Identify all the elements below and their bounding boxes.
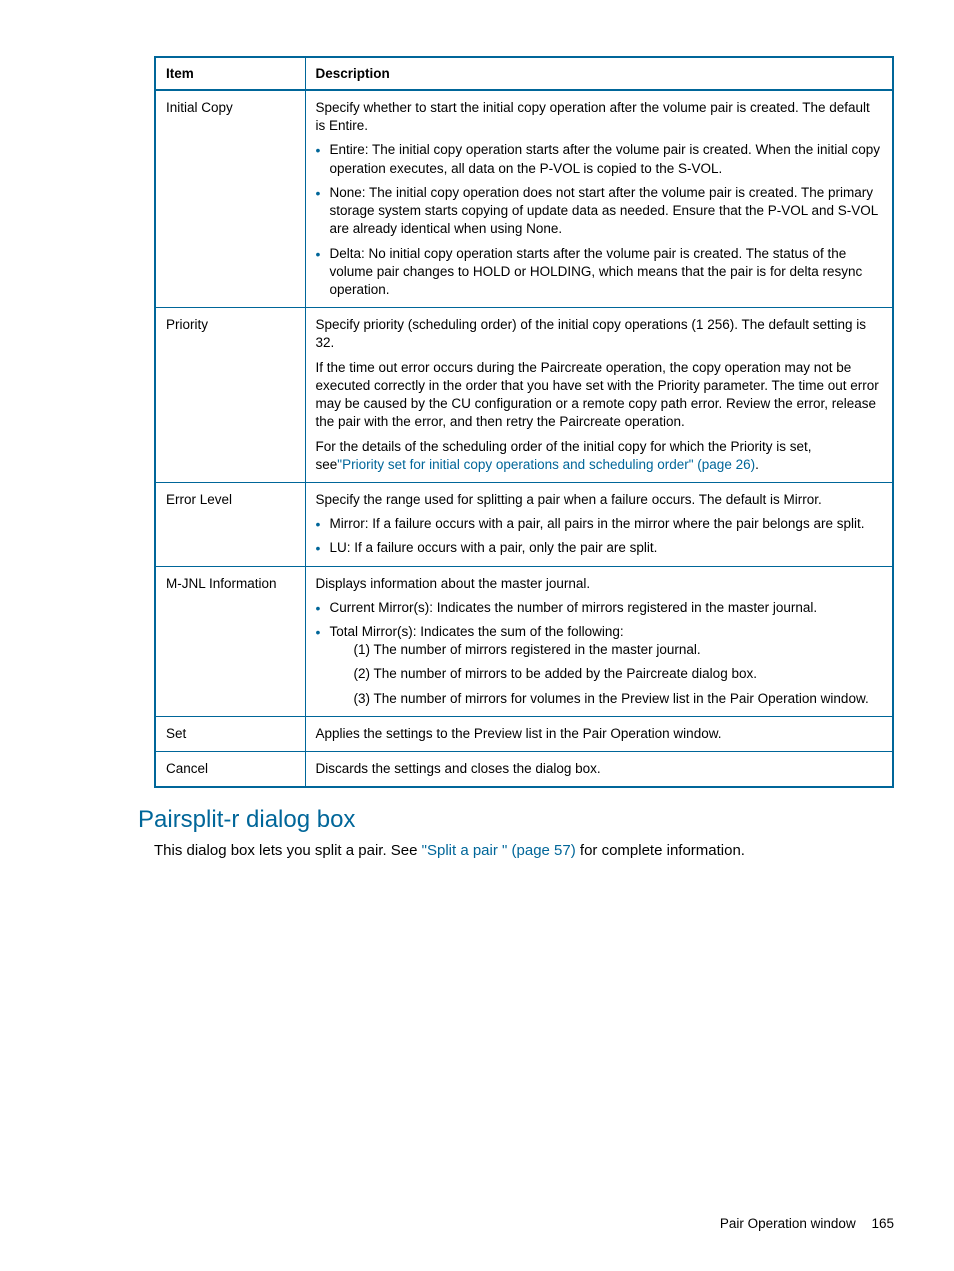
page-footer: Pair Operation window 165 bbox=[720, 1216, 894, 1231]
table-row: Set Applies the settings to the Preview … bbox=[155, 716, 893, 751]
cross-reference-link[interactable]: "Split a pair " (page 57) bbox=[422, 842, 576, 859]
cell-description: Applies the settings to the Preview list… bbox=[305, 716, 893, 751]
cell-item: Priority bbox=[155, 308, 305, 483]
cell-item: Cancel bbox=[155, 752, 305, 788]
header-item: Item bbox=[155, 57, 305, 90]
bullet-list: Entire: The initial copy operation start… bbox=[316, 141, 883, 299]
text-suffix: . bbox=[755, 457, 759, 472]
list-item: Total Mirror(s): Indicates the sum of th… bbox=[316, 623, 883, 641]
text-prefix: This dialog box lets you split a pair. S… bbox=[154, 842, 422, 859]
table-row: Priority Specify priority (scheduling or… bbox=[155, 308, 893, 483]
section-heading: Pairsplit-r dialog box bbox=[138, 806, 894, 834]
cell-item: Set bbox=[155, 716, 305, 751]
cross-reference-link[interactable]: "Priority set for initial copy operation… bbox=[337, 457, 755, 472]
list-item: LU: If a failure occurs with a pair, onl… bbox=[316, 539, 883, 557]
bullet-list: Current Mirror(s): Indicates the number … bbox=[316, 599, 883, 641]
cell-item: Initial Copy bbox=[155, 90, 305, 308]
bullet-list: Mirror: If a failure occurs with a pair,… bbox=[316, 515, 883, 557]
text: If the time out error occurs during the … bbox=[316, 359, 883, 432]
text: Specify whether to start the initial cop… bbox=[316, 99, 883, 135]
text: For the details of the scheduling order … bbox=[316, 438, 883, 474]
table-row: Initial Copy Specify whether to start th… bbox=[155, 90, 893, 308]
table-row: M-JNL Information Displays information a… bbox=[155, 566, 893, 716]
text: Displays information about the master jo… bbox=[316, 575, 883, 593]
header-description: Description bbox=[305, 57, 893, 90]
cell-description: Specify the range used for splitting a p… bbox=[305, 482, 893, 566]
list-item: Current Mirror(s): Indicates the number … bbox=[316, 599, 883, 617]
table-row: Cancel Discards the settings and closes … bbox=[155, 752, 893, 788]
body-paragraph: This dialog box lets you split a pair. S… bbox=[154, 840, 894, 861]
sub-item: (3) The number of mirrors for volumes in… bbox=[316, 690, 883, 708]
text-suffix: for complete information. bbox=[576, 842, 745, 859]
footer-section-title: Pair Operation window bbox=[720, 1216, 856, 1231]
table-header-row: Item Description bbox=[155, 57, 893, 90]
cell-description: Specify whether to start the initial cop… bbox=[305, 90, 893, 308]
list-item: Delta: No initial copy operation starts … bbox=[316, 245, 883, 300]
text: Specify the range used for splitting a p… bbox=[316, 491, 883, 509]
cell-item: Error Level bbox=[155, 482, 305, 566]
footer-page-number: 165 bbox=[871, 1216, 894, 1231]
cell-description: Discards the settings and closes the dia… bbox=[305, 752, 893, 788]
sub-item: (2) The number of mirrors to be added by… bbox=[316, 665, 883, 683]
cell-item: M-JNL Information bbox=[155, 566, 305, 716]
cell-description: Specify priority (scheduling order) of t… bbox=[305, 308, 893, 483]
table-row: Error Level Specify the range used for s… bbox=[155, 482, 893, 566]
cell-description: Displays information about the master jo… bbox=[305, 566, 893, 716]
sub-item: (1) The number of mirrors registered in … bbox=[316, 641, 883, 659]
list-item: Entire: The initial copy operation start… bbox=[316, 141, 883, 177]
text: Specify priority (scheduling order) of t… bbox=[316, 316, 883, 352]
list-item: None: The initial copy operation does no… bbox=[316, 184, 883, 239]
list-item: Mirror: If a failure occurs with a pair,… bbox=[316, 515, 883, 533]
parameter-table: Item Description Initial Copy Specify wh… bbox=[154, 56, 894, 788]
